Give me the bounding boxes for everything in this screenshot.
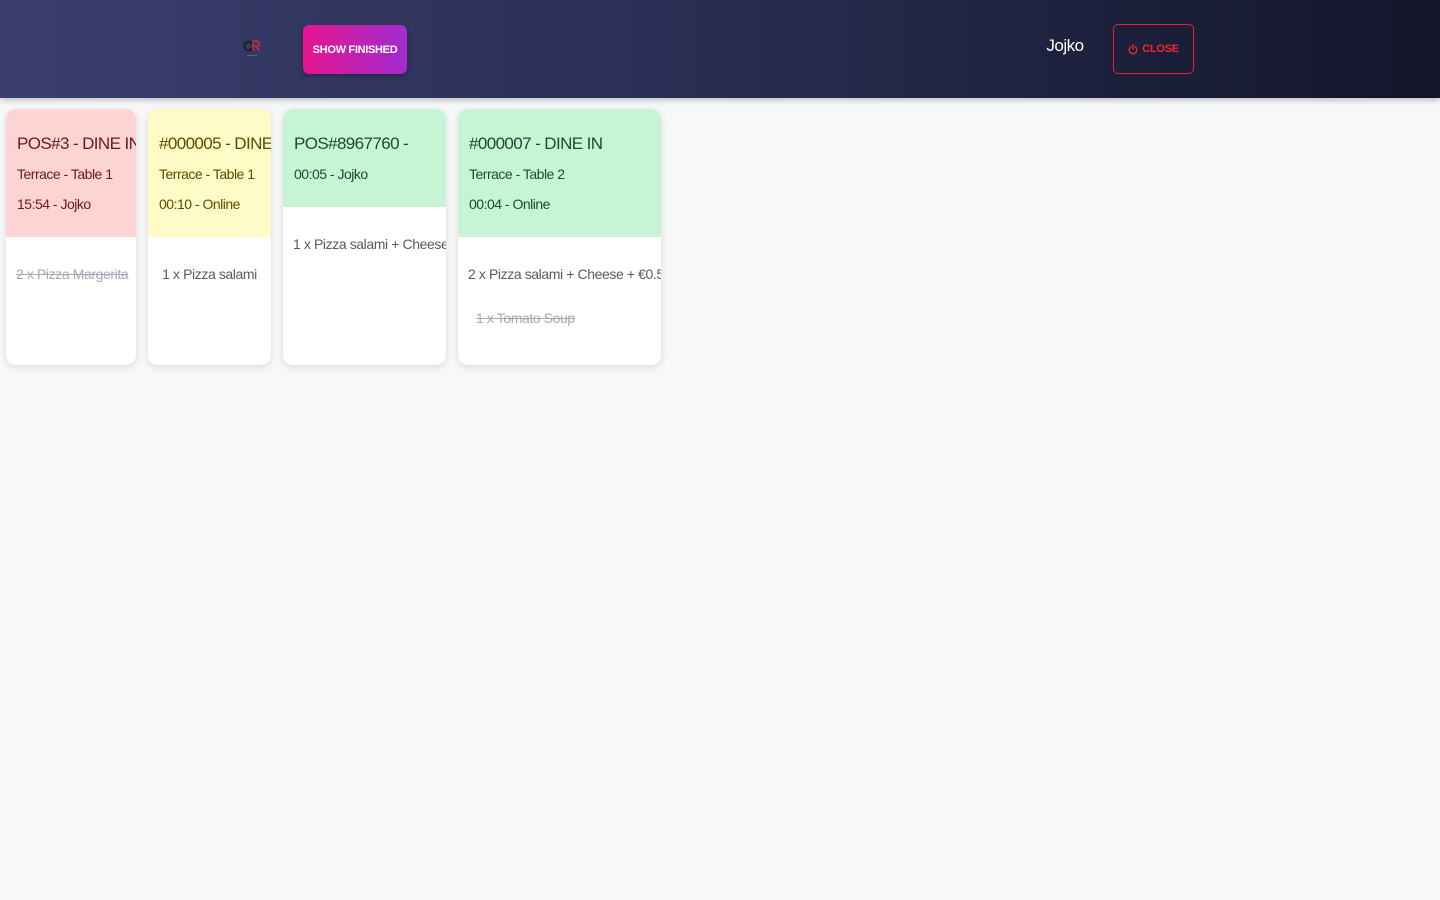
order-card-header: #000005 - DINE IN Terrace - Table 1 00:1… [148,109,271,237]
order-location: Terrace - Table 1 [17,166,113,182]
order-card[interactable]: POS#8967760 - 00:05 - Jojko 1 x Pizza sa… [283,109,446,365]
order-time-user: 00:10 - Online [159,196,240,212]
order-time-user: 15:54 - Jojko [17,196,91,212]
order-items: 2 x Pizza salami + Cheese + €0.50 1 x To… [458,237,661,328]
close-button[interactable]: CLOSE [1113,24,1194,74]
order-items: 1 x Pizza salami [148,237,271,284]
order-card[interactable]: POS#3 - DINE IN Terrace - Table 1 15:54 … [6,109,136,365]
order-location: Terrace - Table 2 [469,166,565,182]
power-icon [1128,43,1138,55]
top-bar: SHOW FINISHED Jojko CLOSE [0,0,1440,98]
order-time-user: 00:04 - Online [469,196,550,212]
order-item[interactable]: 2 x Pizza salami + Cheese + €0.50 [468,264,661,284]
order-title: #000007 - DINE IN [469,134,603,153]
order-time-user: 00:05 - Jojko [294,166,368,182]
order-card-header: POS#3 - DINE IN Terrace - Table 1 15:54 … [6,109,136,237]
show-finished-button[interactable]: SHOW FINISHED [303,25,407,74]
close-button-label: CLOSE [1142,43,1179,55]
order-card[interactable]: #000005 - DINE IN Terrace - Table 1 00:1… [148,109,271,365]
order-item[interactable]: 1 x Pizza salami [158,264,261,284]
qr-logo-icon[interactable] [242,38,262,58]
order-item[interactable]: 2 x Pizza Margerita [16,264,129,284]
order-title: #000005 - DINE IN [159,134,271,153]
order-items: 1 x Pizza salami + Cheese [283,207,446,254]
order-location: Terrace - Table 1 [159,166,255,182]
order-title: POS#8967760 - [294,134,409,153]
order-items: 2 x Pizza Margerita [6,237,136,284]
order-card-header: POS#8967760 - 00:05 - Jojko [283,109,446,207]
order-card-header: #000007 - DINE IN Terrace - Table 2 00:0… [458,109,661,237]
order-card[interactable]: #000007 - DINE IN Terrace - Table 2 00:0… [458,109,661,365]
order-title: POS#3 - DINE IN [17,134,136,153]
order-item[interactable]: 1 x Pizza salami + Cheese [293,234,446,254]
current-user-name: Jojko [1046,36,1084,55]
order-item[interactable]: 1 x Tomato Soup [468,308,651,328]
